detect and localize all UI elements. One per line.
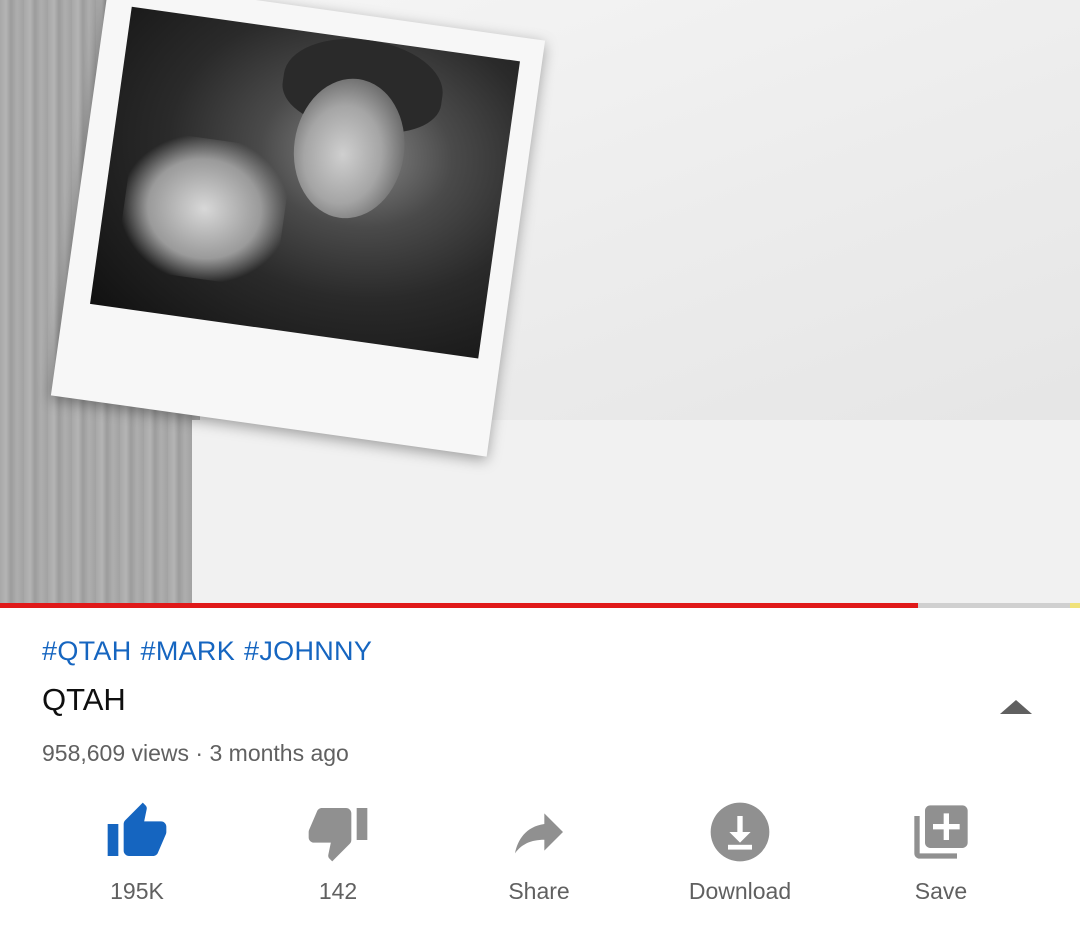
share-label: Share	[508, 878, 570, 904]
polaroid-photo	[90, 6, 520, 359]
hashtag-link[interactable]: #JOHNNY	[244, 636, 372, 666]
hashtag-link[interactable]: #QTAH	[42, 636, 132, 666]
hashtag-row: #QTAH #MARK #JOHNNY	[42, 636, 381, 667]
video-progress-fill	[0, 603, 918, 608]
thumbs-up-icon	[107, 802, 167, 856]
video-meta: 958,609 views · 3 months ago	[42, 740, 349, 766]
dislike-button[interactable]: 142	[238, 800, 438, 920]
video-polaroid	[50, 0, 546, 457]
dislike-count: 142	[318, 878, 358, 904]
share-button[interactable]: Share	[439, 800, 639, 920]
expand-description-button[interactable]	[996, 694, 1036, 718]
video-paper-sheet	[192, 420, 1080, 604]
video-progress-bar[interactable]	[0, 603, 1080, 608]
video-progress-buffer-end	[1070, 603, 1080, 608]
photo-highlight	[115, 128, 294, 290]
playlist-add-icon	[914, 805, 968, 859]
video-player[interactable]	[0, 0, 1080, 604]
video-title[interactable]: QTAH	[42, 682, 126, 718]
thumbs-down-icon	[308, 808, 368, 862]
chevron-up-icon	[1000, 700, 1032, 714]
hashtag-link[interactable]: #MARK	[141, 636, 236, 666]
like-count: 195K	[110, 878, 164, 904]
download-icon	[710, 802, 770, 862]
like-button[interactable]: 195K	[37, 800, 237, 920]
download-button[interactable]: Download	[640, 800, 840, 920]
save-button[interactable]: Save	[841, 800, 1041, 920]
download-label: Download	[688, 878, 792, 904]
save-label: Save	[914, 878, 968, 904]
share-icon	[515, 813, 563, 854]
action-bar: 195K 142 Share Download Save	[0, 800, 1080, 920]
